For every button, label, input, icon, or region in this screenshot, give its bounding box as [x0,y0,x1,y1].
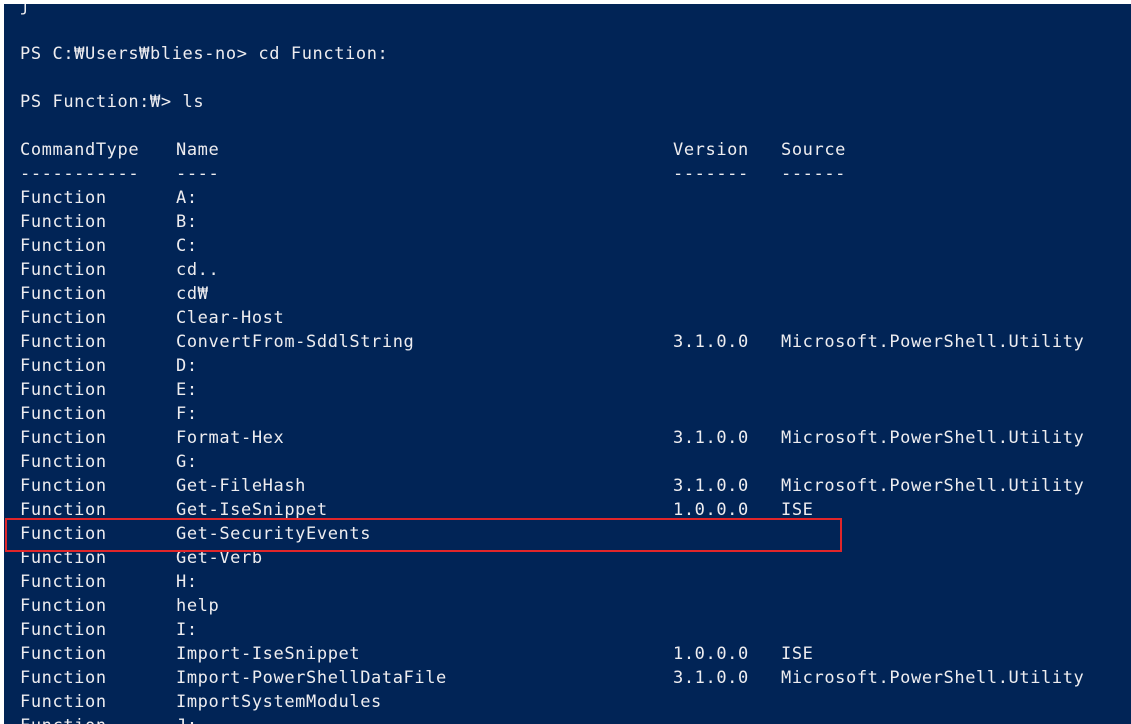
row-commandtype: Function [20,380,107,400]
row-source: Microsoft.PowerShell.Utility [781,428,1085,448]
row-commandtype: Function [20,596,107,616]
row-name: I: [176,620,198,640]
header-source: Source [781,140,847,160]
row-commandtype: Function [20,356,107,376]
table-row: Function Import-PowerShellDataFile 3.1.0.0… [20,666,1120,690]
table-row: Function F: [20,402,1120,426]
row-commandtype: Function [20,404,107,424]
row-name: cd.. [176,260,220,280]
row-commandtype: Function [20,668,107,688]
row-name: Get-IseSnippet [176,500,328,520]
table-row: Function C: [20,234,1120,258]
row-commandtype: Function [20,212,107,232]
powershell-console[interactable]: ʃ PS C:₩Users₩blies-no> cd Function: PS … [4,4,1131,724]
row-commandtype: Function [20,572,107,592]
table-row: Function D: [20,354,1120,378]
row-commandtype: Function [20,692,107,712]
row-name: C: [176,236,198,256]
table-row: Function cd.. [20,258,1120,282]
table-row: Function E: [20,378,1120,402]
row-commandtype: Function [20,476,107,496]
underline-version: ------- [673,164,749,184]
row-name: Get-FileHash [176,476,307,496]
table-header-underline: ----------- ---- ------- ------ [20,162,1120,186]
row-name: ConvertFrom-SddlString [176,332,415,352]
row-source: ISE [781,500,814,520]
table-row: Function Get-SecurityEvents [20,522,1120,546]
row-name: A: [176,188,198,208]
row-name: Import-IseSnippet [176,644,361,664]
row-commandtype: Function [20,428,107,448]
header-version: Version [673,140,749,160]
table-row: Function ConvertFrom-SddlString 3.1.0.0 Mic… [20,330,1120,354]
row-name: Get-SecurityEvents [176,524,372,544]
row-commandtype: Function [20,500,107,520]
row-name: B: [176,212,198,232]
row-version: 1.0.0.0 [673,500,749,520]
table-row: Function I: [20,618,1120,642]
row-version: 3.1.0.0 [673,476,749,496]
row-name: J: [176,714,198,724]
table-row: Function Get-IseSnippet 1.0.0.0 ISE [20,498,1120,522]
row-commandtype: Function [20,548,107,568]
table-row: Function ImportSystemModules [20,690,1120,714]
header-name: Name [176,140,220,160]
table-row: Function Clear-Host [20,306,1120,330]
table-row: Function cd₩ [20,282,1120,306]
row-commandtype: Function [20,284,107,304]
table-row: Function Get-Verb [20,546,1120,570]
row-commandtype: Function [20,236,107,256]
table-row: Function B: [20,210,1120,234]
row-name: help [176,596,220,616]
row-version: 3.1.0.0 [673,332,749,352]
table-row: Function J: [20,714,1120,724]
row-name: Clear-Host [176,308,285,328]
row-commandtype: Function [20,524,107,544]
row-commandtype: Function [20,644,107,664]
table-row: Function Get-FileHash 3.1.0.0 Microsoft.Pow… [20,474,1120,498]
prompt-cd-function: PS C:₩Users₩blies-no> cd Function: [20,44,389,64]
row-name: Get-Verb [176,548,263,568]
table-row: Function A: [20,186,1120,210]
row-commandtype: Function [20,332,107,352]
row-name: cd₩ [176,284,209,304]
underline-source: ------ [781,164,847,184]
row-name: D: [176,356,198,376]
row-source: Microsoft.PowerShell.Utility [781,332,1085,352]
row-name: Format-Hex [176,428,285,448]
row-commandtype: Function [20,308,107,328]
row-version: 3.1.0.0 [673,668,749,688]
table-row: Function help [20,594,1120,618]
table-row: Function Import-IseSnippet 1.0.0.0 ISE [20,642,1120,666]
row-name: Import-PowerShellDataFile [176,668,447,688]
underline-name: ---- [176,164,220,184]
header-commandtype: CommandType [20,140,140,160]
row-name: H: [176,572,198,592]
row-name: G: [176,452,198,472]
scrolled-line-fragment: ʃ [20,4,31,16]
table-header: CommandType Name Version Source [20,138,1120,162]
row-name: E: [176,380,198,400]
row-source: Microsoft.PowerShell.Utility [781,476,1085,496]
row-name: F: [176,404,198,424]
underline-commandtype: ----------- [20,164,140,184]
row-commandtype: Function [20,714,107,724]
row-source: ISE [781,644,814,664]
row-name: ImportSystemModules [176,692,382,712]
row-source: Microsoft.PowerShell.Utility [781,668,1085,688]
row-version: 3.1.0.0 [673,428,749,448]
table-row: Function H: [20,570,1120,594]
row-version: 1.0.0.0 [673,644,749,664]
row-commandtype: Function [20,260,107,280]
row-commandtype: Function [20,620,107,640]
prompt-ls: PS Function:₩> ls [20,92,205,112]
table-row: Function Format-Hex 3.1.0.0 Microsoft.Power… [20,426,1120,450]
table-row: Function G: [20,450,1120,474]
row-commandtype: Function [20,188,107,208]
row-commandtype: Function [20,452,107,472]
